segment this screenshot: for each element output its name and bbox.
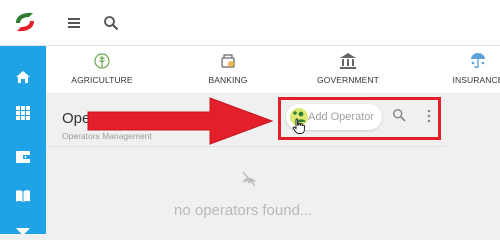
government-icon (340, 53, 356, 69)
category-agriculture[interactable]: AGRICULTURE (52, 52, 152, 92)
top-bar (0, 0, 500, 46)
home-icon (16, 71, 30, 83)
highlight-box (278, 97, 441, 140)
sidebar (0, 46, 46, 234)
panel-divider (46, 146, 446, 147)
banking-icon (221, 54, 235, 68)
category-label: GOVERNMENT (317, 75, 379, 85)
sidebar-item-home[interactable] (0, 62, 46, 92)
category-label: BANKING (208, 75, 248, 85)
category-bar: AGRICULTURE BANKING GOVERNMENT INSURANCE (46, 46, 500, 94)
category-label: AGRICULTURE (71, 75, 133, 85)
agriculture-icon (94, 53, 110, 69)
sidebar-item-wallet[interactable] (0, 142, 46, 172)
category-label: INSURANCE (452, 75, 500, 85)
empty-state-message: no operators found... (174, 202, 313, 219)
app-root: AGRICULTURE BANKING GOVERNMENT INSURANCE… (0, 0, 500, 234)
insurance-icon (471, 53, 485, 69)
sidebar-item-book[interactable] (0, 181, 46, 211)
book-icon (16, 190, 30, 202)
wallet-icon (16, 151, 30, 163)
logo-icon[interactable] (12, 9, 38, 35)
pointer-arrow (87, 97, 274, 145)
category-banking[interactable]: BANKING (178, 52, 278, 92)
sidebar-item-apps[interactable] (0, 98, 46, 128)
category-insurance[interactable]: INSURANCE (428, 52, 500, 92)
no-signal-icon (242, 171, 256, 187)
menu-icon[interactable] (66, 15, 82, 31)
sidebar-item-filter[interactable] (0, 218, 46, 234)
search-icon[interactable] (103, 15, 119, 31)
apps-grid-icon (16, 106, 30, 120)
filter-icon (16, 228, 30, 234)
category-government[interactable]: GOVERNMENT (298, 52, 398, 92)
